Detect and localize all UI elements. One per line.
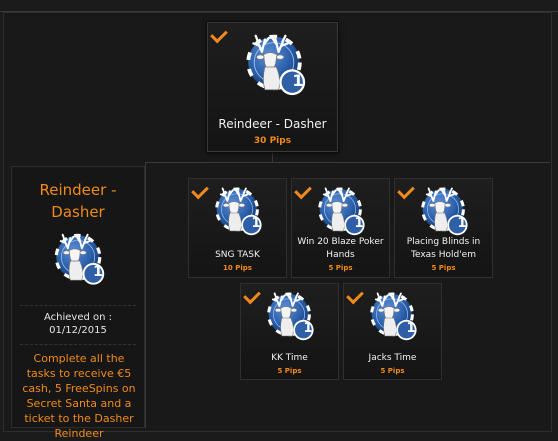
task-pips: 10 Pips: [223, 264, 252, 272]
task-pips: 5 Pips: [328, 264, 353, 272]
task-name: SNG TASK: [215, 250, 260, 260]
badge-level: 1: [251, 216, 261, 231]
task-pips: 5 Pips: [431, 264, 456, 272]
badge-level: 1: [406, 321, 416, 336]
task-tile[interactable]: 1 Placing Blinds in Texas Hold'em 5 Pips: [394, 178, 493, 278]
achievement-detail-panel: Reindeer - Dasher 1 Achieved on : 01/12/…: [11, 166, 145, 440]
badge-level: 1: [93, 264, 103, 280]
achievement-name: Reindeer - Dasher: [218, 117, 327, 131]
achieved-date: 01/12/2015: [49, 325, 107, 336]
task-tile[interactable]: 1 SNG TASK 10 Pips: [188, 178, 287, 278]
task-tile[interactable]: 1 Win 20 Blaze Poker Hands 5 Pips: [291, 178, 390, 278]
task-name: Win 20 Blaze Poker Hands: [297, 237, 384, 260]
reindeer-badge-icon: 1: [207, 183, 267, 243]
badge-level: 1: [457, 216, 467, 231]
task-name: KK Time: [271, 353, 308, 363]
reindeer-badge-icon: 1: [46, 229, 110, 293]
achievement-tile-main[interactable]: 1 Reindeer - Dasher 30 Pips: [207, 22, 338, 152]
divider: [20, 305, 136, 306]
task-pips: 5 Pips: [277, 367, 302, 375]
badge-level: 1: [354, 216, 364, 231]
achievement-pips: 30 Pips: [253, 136, 292, 146]
task-name: Jacks Time: [368, 353, 417, 363]
badge-level: 1: [303, 321, 313, 336]
reindeer-badge-icon: 1: [413, 183, 473, 243]
divider: [20, 344, 136, 345]
completed-check-icon: [210, 25, 228, 44]
achieved-label: Achieved on :: [43, 312, 113, 323]
task-name: Placing Blinds in Texas Hold'em: [406, 237, 481, 260]
tree-connector: [272, 152, 273, 162]
tree-connector: [145, 162, 146, 428]
reindeer-badge-icon: 1: [362, 288, 422, 348]
reindeer-badge-icon: 1: [259, 288, 319, 348]
detail-title: Reindeer - Dasher: [39, 181, 117, 221]
tree-connector: [145, 162, 550, 163]
reindeer-badge-icon: 1: [236, 29, 312, 105]
task-tile[interactable]: 1 KK Time 5 Pips: [240, 283, 339, 380]
reindeer-badge-icon: 1: [310, 183, 370, 243]
task-tile[interactable]: 1 Jacks Time 5 Pips: [343, 283, 442, 380]
task-pips: 5 Pips: [380, 367, 405, 375]
badge-level: 1: [292, 71, 304, 90]
